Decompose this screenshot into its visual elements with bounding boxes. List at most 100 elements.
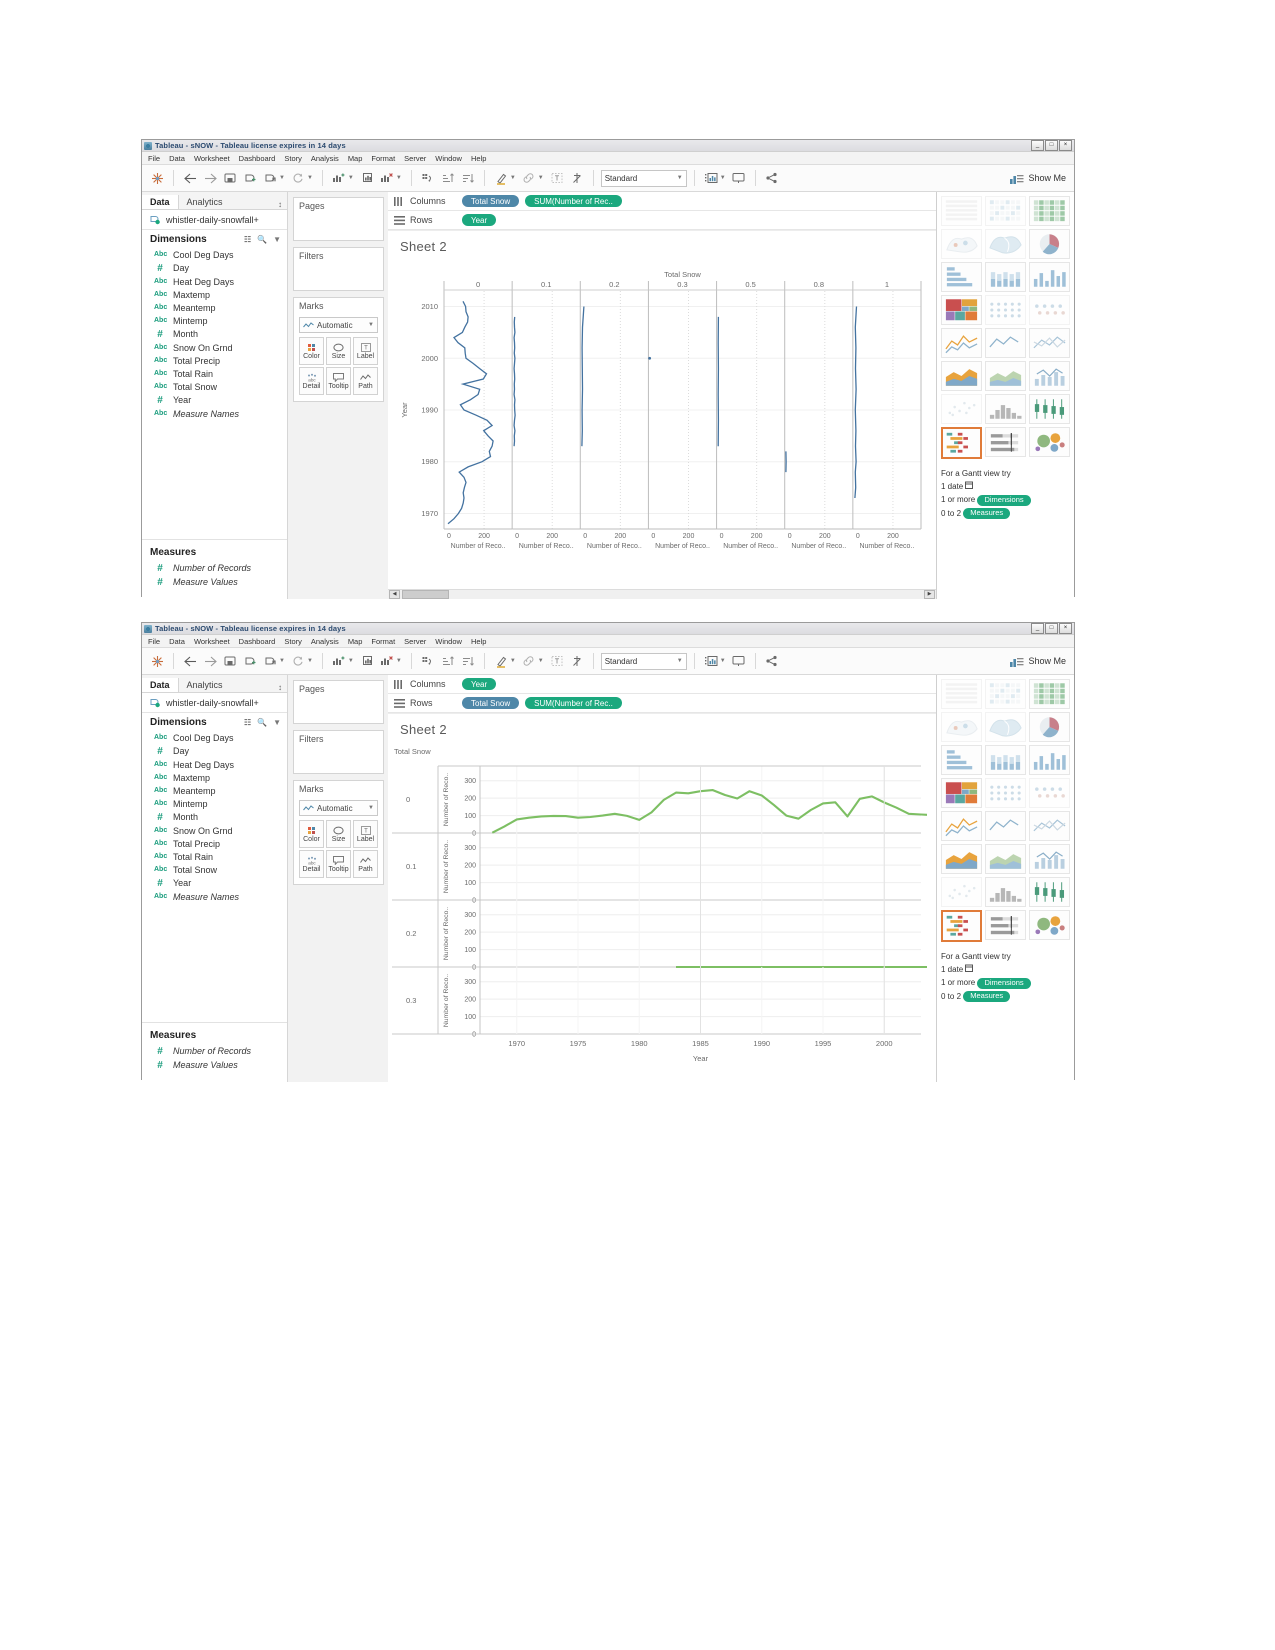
show-me-thumb-line-continuous[interactable]: [941, 811, 982, 841]
pause-datasource-icon[interactable]: [261, 652, 279, 670]
tab-analytics[interactable]: Analytics: [178, 195, 231, 209]
marks-type-select[interactable]: Automatic ▼: [299, 800, 378, 816]
show-me-thumb-circle-view[interactable]: [985, 778, 1026, 808]
show-me-thumb-scatter[interactable]: [941, 394, 982, 424]
pause-dropdown-caret-icon[interactable]: ▼: [279, 175, 285, 181]
rows-shelf-2[interactable]: Rows Total Snow SUM(Number of Rec..: [388, 694, 936, 713]
search-icon[interactable]: 🔍: [257, 235, 267, 244]
columns-pill-sum-number-of-records[interactable]: SUM(Number of Rec..: [525, 195, 622, 207]
menu-data[interactable]: Data: [169, 637, 185, 646]
rows-pill-sum-number-of-records[interactable]: SUM(Number of Rec..: [525, 697, 622, 709]
show-me-thumb-area-continuous[interactable]: [941, 844, 982, 874]
refresh-dropdown-caret-icon[interactable]: ▼: [307, 175, 313, 181]
scroll-thumb[interactable]: [402, 590, 449, 599]
show-me-thumb-heat-map[interactable]: [985, 679, 1026, 709]
dimension-total-rain[interactable]: Abc Total Rain: [142, 367, 287, 380]
forward-arrow-icon[interactable]: [201, 652, 219, 670]
show-me-thumb-line-continuous[interactable]: [941, 328, 982, 358]
menu-help[interactable]: Help: [471, 154, 486, 163]
rows-pill-year[interactable]: Year: [462, 214, 497, 226]
show-me-thumb-symbol-map[interactable]: [941, 712, 982, 742]
dimension-total-snow[interactable]: Abc Total Snow: [142, 380, 287, 393]
filters-card[interactable]: Filters: [293, 730, 384, 774]
save-icon[interactable]: [221, 652, 239, 670]
pause-datasource-icon[interactable]: [261, 169, 279, 187]
dimension-total-snow[interactable]: Abc Total Snow: [142, 863, 287, 876]
show-me-thumb-packed-bubbles[interactable]: [1029, 427, 1070, 457]
menu-story[interactable]: Story: [284, 154, 302, 163]
pane-resize-handle[interactable]: ↕: [278, 683, 282, 692]
menu-analysis[interactable]: Analysis: [311, 154, 339, 163]
clear-worksheet-icon[interactable]: [378, 169, 396, 187]
back-arrow-icon[interactable]: [181, 169, 199, 187]
new-worksheet-caret-icon[interactable]: ▼: [348, 658, 354, 664]
show-me-thumb-sidebyside-circle[interactable]: [1029, 295, 1070, 325]
show-me-button[interactable]: Show Me: [1010, 173, 1066, 184]
dimension-mintemp[interactable]: Abc Mintemp: [142, 797, 287, 810]
refresh-icon[interactable]: [289, 169, 307, 187]
duplicate-worksheet-icon[interactable]: [358, 169, 376, 187]
dimensions-caret-icon[interactable]: ▼: [273, 718, 281, 727]
link-caret-icon[interactable]: ▼: [538, 658, 544, 664]
menu-file[interactable]: File: [148, 637, 160, 646]
presentation-mode-icon[interactable]: [730, 169, 748, 187]
show-me-thumb-highlight-table[interactable]: [1029, 679, 1070, 709]
show-me-thumb-sidebyside-circle[interactable]: [1029, 778, 1070, 808]
show-me-thumb-gantt[interactable]: [941, 910, 982, 942]
dimension-cool-deg-days[interactable]: Abc Cool Deg Days: [142, 248, 287, 261]
show-me-thumb-hbar[interactable]: [941, 262, 982, 292]
forward-arrow-icon[interactable]: [201, 169, 219, 187]
fit-select[interactable]: Standard ▼: [600, 652, 687, 670]
marks-path-button[interactable]: Path: [353, 367, 378, 395]
show-me-thumb-boxplot[interactable]: [1029, 877, 1070, 907]
show-me-thumb-area-discrete[interactable]: [985, 844, 1026, 874]
menu-help[interactable]: Help: [471, 637, 486, 646]
show-me-thumb-dual-combo[interactable]: [1029, 361, 1070, 391]
dimension-month[interactable]: # Month: [142, 810, 287, 824]
marks-label-button[interactable]: T Label: [353, 820, 378, 848]
maximize-button[interactable]: □: [1045, 623, 1058, 634]
menu-window[interactable]: Window: [435, 154, 462, 163]
swap-rows-columns-icon[interactable]: [419, 652, 437, 670]
dimension-day[interactable]: # Day: [142, 261, 287, 275]
marks-size-button[interactable]: Size: [326, 820, 351, 848]
measure-number-of-records[interactable]: # Number of Records: [142, 561, 287, 575]
measure-measure-values[interactable]: # Measure Values: [142, 575, 287, 589]
menu-story[interactable]: Story: [284, 637, 302, 646]
dimension-meantemp[interactable]: Abc Meantemp: [142, 301, 287, 314]
dimension-maxtemp[interactable]: Abc Maxtemp: [142, 771, 287, 784]
minimize-button[interactable]: _: [1031, 140, 1044, 151]
text-tool-icon[interactable]: T: [548, 652, 566, 670]
menu-map[interactable]: Map: [348, 154, 363, 163]
show-me-thumb-dual-line[interactable]: [1029, 328, 1070, 358]
dimension-snow-on-grnd[interactable]: Abc Snow On Grnd: [142, 341, 287, 354]
scroll-left-arrow-icon[interactable]: ◀: [389, 590, 400, 599]
show-me-thumb-highlight-table[interactable]: [1029, 196, 1070, 226]
refresh-icon[interactable]: [289, 652, 307, 670]
show-me-thumb-line-discrete[interactable]: [985, 328, 1026, 358]
show-me-thumb-bar[interactable]: [1029, 745, 1070, 775]
dimension-total-precip[interactable]: Abc Total Precip: [142, 837, 287, 850]
marks-type-select[interactable]: Automatic ▼: [299, 317, 378, 333]
marks-color-button[interactable]: Color: [299, 820, 324, 848]
columns-pill-total-snow[interactable]: Total Snow: [462, 195, 520, 207]
highlight-icon[interactable]: [492, 169, 510, 187]
show-me-thumb-treemap[interactable]: [941, 778, 982, 808]
show-me-thumb-text-table[interactable]: [941, 196, 982, 226]
swap-rows-columns-icon[interactable]: [419, 169, 437, 187]
sort-ascending-icon[interactable]: [439, 652, 457, 670]
show-me-thumb-packed-bubbles[interactable]: [1029, 910, 1070, 940]
show-me-thumb-bar[interactable]: [1029, 262, 1070, 292]
pages-card[interactable]: Pages: [293, 197, 384, 241]
columns-shelf-2[interactable]: Columns Year: [388, 675, 936, 694]
marks-tooltip-button[interactable]: Tooltip: [326, 367, 351, 395]
dimension-heat-deg-days[interactable]: Abc Heat Deg Days: [142, 275, 287, 288]
tableau-home-icon[interactable]: [148, 652, 166, 670]
text-tool-icon[interactable]: T: [548, 169, 566, 187]
dimension-measure-names[interactable]: Abc Measure Names: [142, 407, 287, 420]
fit-select[interactable]: Standard ▼: [600, 169, 687, 187]
menu-map[interactable]: Map: [348, 637, 363, 646]
new-worksheet-icon[interactable]: [330, 652, 348, 670]
worksheet-view-2[interactable]: Sheet 2 Total Snow 0 Number of Reco.. 300 20…: [388, 713, 936, 1082]
share-icon[interactable]: [763, 652, 781, 670]
